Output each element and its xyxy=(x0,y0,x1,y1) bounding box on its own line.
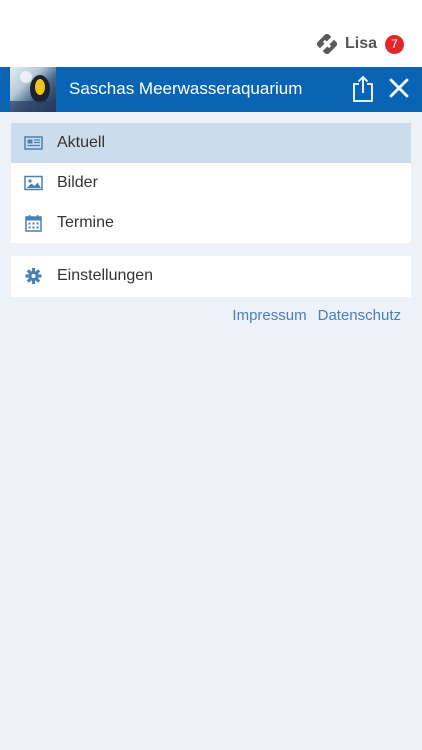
datenschutz-link[interactable]: Datenschutz xyxy=(318,307,401,324)
top-bar: Lisa 7 xyxy=(0,0,422,67)
calendar-icon xyxy=(25,215,42,232)
user-profile[interactable]: Lisa 7 xyxy=(316,32,404,56)
menu-item-label: Aktuell xyxy=(57,134,106,151)
menu-item-termine[interactable]: Termine xyxy=(11,203,411,243)
footer-links: Impressum Datenschutz xyxy=(232,307,401,324)
menu-item-label: Bilder xyxy=(57,174,98,191)
image-icon xyxy=(24,175,43,191)
newspaper-icon xyxy=(24,136,43,150)
main-menu: Aktuell Bilder Termine xyxy=(11,123,411,243)
menu-item-einstellungen[interactable]: Einstellungen xyxy=(11,256,411,296)
user-name: Lisa xyxy=(344,35,377,52)
group-title: Saschas Meerwasseraquarium xyxy=(69,79,303,98)
close-icon[interactable] xyxy=(388,77,410,99)
menu-item-label: Termine xyxy=(57,214,114,231)
notification-badge: 7 xyxy=(385,34,404,54)
group-header: Saschas Meerwasseraquarium xyxy=(0,67,422,112)
group-avatar xyxy=(10,67,56,112)
app-logo-icon xyxy=(316,34,337,54)
gear-icon xyxy=(25,268,42,284)
settings-menu: Einstellungen xyxy=(11,256,411,297)
share-icon[interactable] xyxy=(350,75,376,103)
impressum-link[interactable]: Impressum xyxy=(232,307,306,324)
menu-item-label: Einstellungen xyxy=(57,267,154,284)
menu-item-aktuell[interactable]: Aktuell xyxy=(11,123,411,163)
menu-item-bilder[interactable]: Bilder xyxy=(11,163,411,203)
